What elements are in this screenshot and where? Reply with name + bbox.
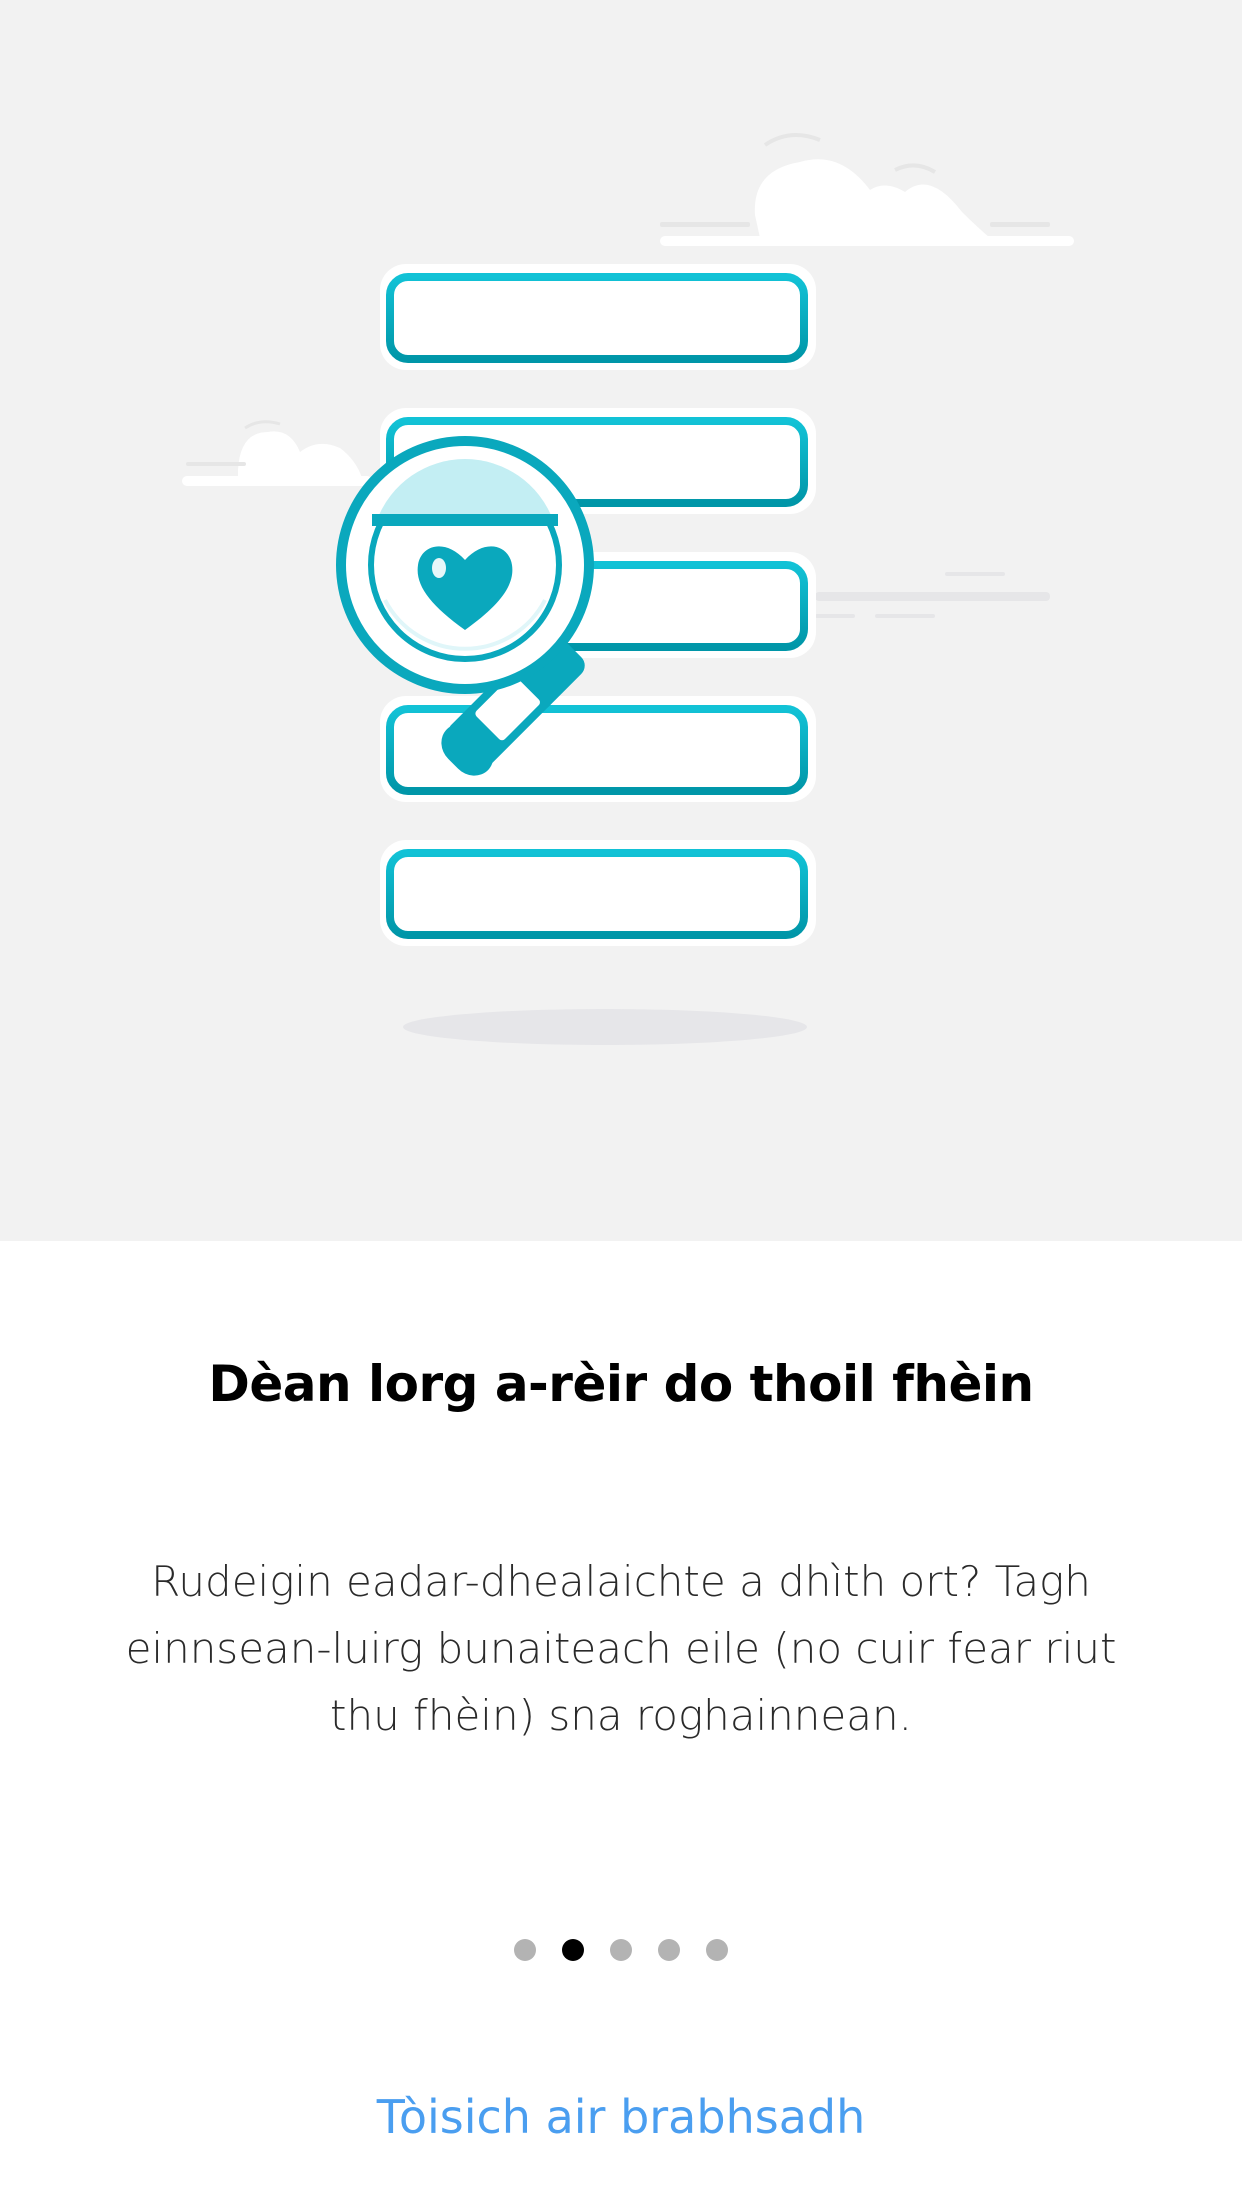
page-dot-3[interactable] — [610, 1939, 632, 1961]
onboarding-screen: Dèan lorg a-rèir do thoil fhèin Rudeigin… — [0, 0, 1242, 2208]
hero-illustration-area — [0, 0, 1242, 1241]
cloud-icon-right — [660, 133, 1074, 246]
cloud-icon-left — [182, 420, 372, 486]
description-text: Rudeigin eadar-dhealaichte a dhìth ort? … — [125, 1557, 1117, 1740]
page-dot-5[interactable] — [706, 1939, 728, 1961]
page-dot-4[interactable] — [658, 1939, 680, 1961]
speed-lines — [815, 572, 1050, 618]
illustration-shadow — [403, 1009, 807, 1045]
search-illustration — [182, 133, 1074, 1045]
page-dot-2-active[interactable] — [562, 1939, 584, 1961]
start-browsing-button[interactable]: Tòisich air brabhsadh — [0, 2090, 1242, 2144]
page-title: Dèan lorg a-rèir do thoil fhèin — [208, 1355, 1034, 1413]
page-indicator[interactable] — [0, 1938, 1242, 1962]
page-dot-1[interactable] — [514, 1939, 536, 1961]
